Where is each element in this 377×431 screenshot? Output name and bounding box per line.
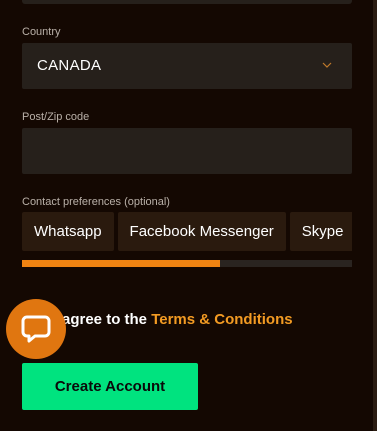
page-scrollbar[interactable]: [373, 0, 377, 431]
create-account-button[interactable]: Create Account: [22, 363, 198, 410]
postcode-label: Post/Zip code: [22, 111, 90, 123]
country-label: Country: [22, 26, 61, 38]
contact-option-whatsapp[interactable]: Whatsapp: [22, 212, 114, 251]
contact-preferences-list: Whatsapp Facebook Messenger Skype: [22, 212, 352, 251]
contact-preferences-scrollbar[interactable]: [22, 260, 352, 267]
chat-icon: [21, 315, 51, 343]
previous-input-field[interactable]: [22, 0, 352, 4]
contact-option-skype[interactable]: Skype: [289, 212, 352, 251]
terms-prefix: agree to the: [62, 311, 148, 328]
country-value: CANADA: [37, 57, 102, 74]
chat-button[interactable]: [6, 299, 66, 359]
chevron-down-icon: [322, 62, 332, 68]
contact-option-facebook-messenger[interactable]: Facebook Messenger: [117, 212, 286, 251]
contact-preferences-label: Contact preferences (optional): [22, 196, 170, 208]
terms-agreement: agree to the Terms & Conditions: [62, 311, 293, 328]
signup-form: Country CANADA Post/Zip code Contact pre…: [0, 0, 377, 431]
country-select[interactable]: CANADA: [22, 43, 352, 89]
postcode-input[interactable]: [22, 128, 352, 174]
terms-link[interactable]: Terms & Conditions: [151, 311, 292, 328]
scrollbar-thumb[interactable]: [22, 260, 220, 267]
